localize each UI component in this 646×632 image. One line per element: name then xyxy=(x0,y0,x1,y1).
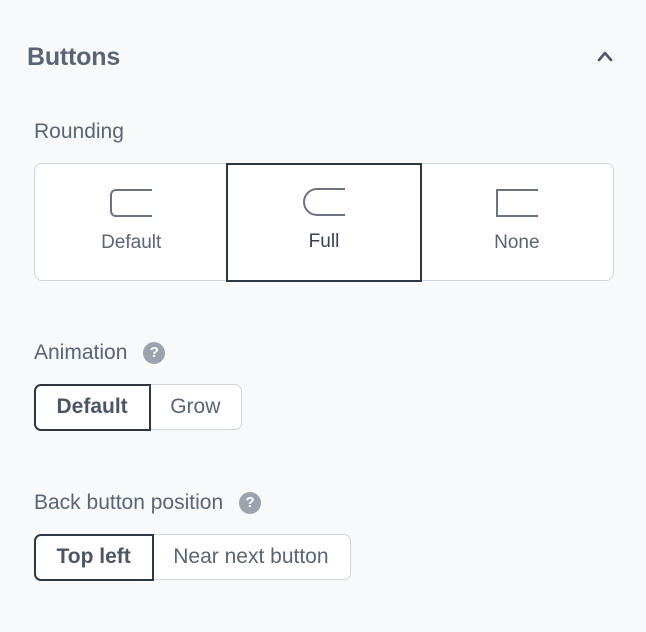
back-button-field-label: Back button position ? xyxy=(34,491,262,515)
animation-label: Animation xyxy=(34,341,128,364)
square-rect-icon xyxy=(495,189,538,217)
animation-option-grow[interactable]: Grow xyxy=(149,385,241,429)
rounding-option-full[interactable]: Full xyxy=(225,162,423,282)
question-circle-icon[interactable]: ? xyxy=(239,492,262,514)
rounded-rect-icon xyxy=(110,189,153,217)
rounding-option-label: None xyxy=(494,232,540,253)
rounding-selector: Default Full None xyxy=(34,162,614,282)
animation-selector: Default Grow xyxy=(33,383,243,431)
rounding-label: Rounding xyxy=(34,120,124,143)
section-title: Buttons xyxy=(27,43,121,71)
question-circle-icon[interactable]: ? xyxy=(143,342,166,364)
rounding-option-label: Full xyxy=(308,231,340,252)
rounding-option-none[interactable]: None xyxy=(421,164,613,280)
animation-field-label: Animation ? xyxy=(34,341,166,365)
section-header[interactable]: Buttons xyxy=(27,40,621,76)
chevron-up-icon[interactable] xyxy=(597,50,613,62)
rounding-option-label: Default xyxy=(101,232,162,253)
back-button-position-selector: Top left Near next button xyxy=(33,533,351,581)
back-button-option-top-left[interactable]: Top left xyxy=(33,533,154,581)
animation-option-default[interactable]: Default xyxy=(33,383,151,431)
back-button-position-label: Back button position xyxy=(34,491,224,514)
rounding-option-default[interactable]: Default xyxy=(35,164,227,280)
pill-rect-icon xyxy=(302,188,345,216)
back-button-option-near-next[interactable]: Near next button xyxy=(152,535,349,579)
